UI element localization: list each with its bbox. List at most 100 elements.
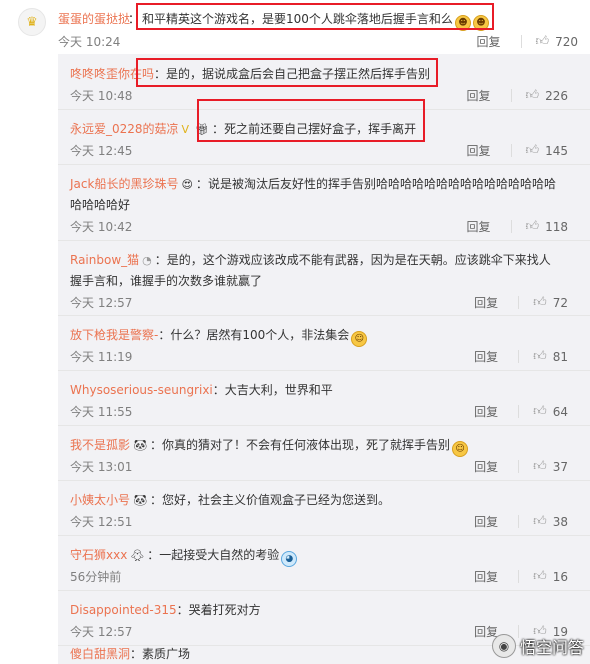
reply-text: 哭着打死对方 <box>188 603 261 617</box>
smile-emoji-icon: ☺ <box>452 441 469 457</box>
like-count: 16 <box>552 569 568 584</box>
like-count: 720 <box>555 34 578 49</box>
comment-actions: 回复 👍︎ 720 <box>476 33 578 50</box>
reply-time: 今天 11:19 <box>70 350 133 364</box>
v-badge-icon: V <box>181 123 190 136</box>
reply-list: 咚咚咚歪你在吗：是的，据说成盒后会自己把盒子摆正然后挥手告别 今天 10:48 … <box>58 54 590 664</box>
reply-time: 今天 12:51 <box>70 515 133 529</box>
like-count: 226 <box>545 88 568 103</box>
reply-body: 我不是孤影 🐼︎ ：你真的猜对了！不会有任何液体出现，死了就挥手告别 ☺ <box>70 435 570 457</box>
reply-time: 今天 12:57 <box>70 625 133 639</box>
panda-icon: 🐼︎ <box>133 494 147 507</box>
highlight-box <box>136 58 438 87</box>
reply-button[interactable]: 回复 <box>474 403 498 420</box>
reply-actions: 回复 👍︎ 72 <box>474 294 568 311</box>
thumbs-up-icon[interactable]: 👍︎ <box>533 349 547 364</box>
reply-text: 大吉大利，世界和平 <box>224 383 333 397</box>
reply-actions: 回复 👍︎ 64 <box>474 403 568 420</box>
thumbs-up-icon[interactable]: 👍︎ <box>526 219 540 234</box>
reply-button[interactable]: 回复 <box>474 294 498 311</box>
heart-face-icon: 😍︎ <box>181 178 193 191</box>
reply-text: 你真的猜对了！不会有任何液体出现，死了就挥手告别 <box>162 438 451 452</box>
list-item: 守石狮xxx 🐥︎ ：一起接受大自然的考验 ◕ 56分钟前 回复 👍︎ 16 <box>58 535 590 591</box>
comment-username[interactable]: 蛋蛋的蛋挞挞 <box>58 10 130 27</box>
divider <box>518 570 520 583</box>
reply-time: 今天 12:45 <box>70 144 133 158</box>
divider <box>518 350 520 363</box>
watermark-text: 悟空问答 <box>519 638 584 657</box>
divider <box>518 515 520 528</box>
reply-actions: 回复 👍︎ 16 <box>474 568 568 585</box>
reply-time: 今天 11:55 <box>70 405 133 419</box>
thumbs-up-icon[interactable]: 👍︎ <box>536 34 550 49</box>
comment-time: 今天 10:24 <box>58 35 121 49</box>
reply-username[interactable]: 永远爱_0228的菇凉 <box>70 122 179 136</box>
reply-username[interactable]: Disappointed-315 <box>70 603 177 617</box>
reply-username[interactable]: Whysoserious-seungrixi <box>70 383 213 397</box>
list-item: Whysoserious-seungrixi：大吉大利，世界和平 今天 11:5… <box>58 370 590 426</box>
highlight-box <box>197 99 425 142</box>
list-item: Rainbow_猫 ◔ ：是的，这个游戏应该改成不能有武器，因为是在天朝。应该跳伞下… <box>58 240 590 316</box>
list-item: 我不是孤影 🐼︎ ：你真的猜对了！不会有任何液体出现，死了就挥手告别 ☺ 今天 13:… <box>58 425 590 481</box>
laughing-emoji-icon: ☺ <box>351 331 368 347</box>
highlight-box <box>136 3 494 30</box>
list-item: 小姨太小号 🐼︎ ：您好，社会主义价值观盒子已经为您送到。 今天 12:51 回复 👍… <box>58 480 590 536</box>
reply-button[interactable]: 回复 <box>474 458 498 475</box>
reply-actions: 回复 👍︎ 81 <box>474 348 568 365</box>
clock-badge-icon: ◔ <box>142 254 152 267</box>
list-item: 放下枪我是警察-：什么？居然有100个人，非法集会 ☺ 今天 11:19 回复 👍︎… <box>58 315 590 371</box>
reply-body: Jack船长的黑珍珠号 😍︎ ：说是被淘汰后友好性的挥手告别哈哈哈哈哈哈哈哈哈哈哈哈… <box>70 177 556 212</box>
reply-body: Rainbow_猫 ◔ ：是的，这个游戏应该改成不能有武器，因为是在天朝。应该跳伞下… <box>70 253 551 288</box>
reply-time: 今天 10:48 <box>70 89 133 103</box>
thumbs-up-icon[interactable]: 👍︎ <box>533 404 547 419</box>
like-count: 37 <box>552 459 568 474</box>
divider <box>518 296 520 309</box>
reply-button[interactable]: 回复 <box>466 218 490 235</box>
reply-time: 56分钟前 <box>70 570 122 584</box>
reply-button[interactable]: 回复 <box>476 33 500 50</box>
reply-button[interactable]: 回复 <box>466 142 490 159</box>
reply-button[interactable]: 回复 <box>474 348 498 365</box>
divider <box>518 405 520 418</box>
thumbs-up-icon[interactable]: 👍︎ <box>533 569 547 584</box>
divider <box>520 35 522 48</box>
thumbs-up-icon[interactable]: 👍︎ <box>533 514 547 529</box>
reply-time: 今天 10:42 <box>70 220 133 234</box>
reply-time: 今天 12:57 <box>70 296 133 310</box>
reply-actions: 回复 👍︎ 226 <box>466 87 568 104</box>
robot-emoji-icon: ◕ <box>281 551 298 567</box>
like-count: 72 <box>552 295 568 310</box>
reply-body: 守石狮xxx 🐥︎ ：一起接受大自然的考验 ◕ <box>70 545 570 567</box>
reply-body: 放下枪我是警察-：什么？居然有100个人，非法集会 ☺ <box>70 325 570 347</box>
reply-username[interactable]: 小姨太小号 <box>70 493 130 507</box>
thumbs-up-icon[interactable]: 👍︎ <box>526 88 540 103</box>
reply-body: Disappointed-315：哭着打死对方 <box>70 603 261 617</box>
reply-actions: 回复 👍︎ 145 <box>466 142 568 159</box>
list-item: Jack船长的黑珍珠号 😍︎ ：说是被淘汰后友好性的挥手告别哈哈哈哈哈哈哈哈哈哈哈哈… <box>58 164 590 241</box>
reply-text: 什么？居然有100个人，非法集会 <box>170 328 350 342</box>
reply-username[interactable]: 我不是孤影 <box>70 438 130 452</box>
reply-username[interactable]: Rainbow_猫 <box>70 253 139 267</box>
wukong-logo-icon: ◉ <box>491 634 516 658</box>
reply-body: Whysoserious-seungrixi：大吉大利，世界和平 <box>70 383 333 397</box>
reply-button[interactable]: 回复 <box>474 568 498 585</box>
reply-actions: 回复 👍︎ 37 <box>474 458 568 475</box>
reply-text: 您好，社会主义价值观盒子已经为您送到。 <box>162 493 391 507</box>
reply-body: 小姨太小号 🐼︎ ：您好，社会主义价值观盒子已经为您送到。 <box>70 490 570 511</box>
divider <box>518 460 520 473</box>
reply-button[interactable]: 回复 <box>474 513 498 530</box>
chick-icon: 🐥︎ <box>130 549 145 562</box>
crown-icon[interactable]: ♛ <box>18 8 46 36</box>
reply-text: 一起接受大自然的考验 <box>159 548 280 562</box>
reply-username[interactable]: 放下枪我是警察- <box>70 328 158 342</box>
thumbs-up-icon[interactable]: 👍︎ <box>533 295 547 310</box>
thumbs-up-icon[interactable]: 👍︎ <box>526 143 540 158</box>
panda-icon: 🐼︎ <box>133 439 147 452</box>
reply-username[interactable]: Jack船长的黑珍珠号 <box>70 177 178 191</box>
reply-username[interactable]: 守石狮xxx <box>70 548 127 562</box>
reply-username[interactable]: 傻白甜黑洞 <box>70 647 130 661</box>
reply-button[interactable]: 回复 <box>466 87 490 104</box>
reply-text: 素质广场 <box>142 647 191 661</box>
thumbs-up-icon[interactable]: 👍︎ <box>533 459 547 474</box>
like-count: 118 <box>545 219 568 234</box>
